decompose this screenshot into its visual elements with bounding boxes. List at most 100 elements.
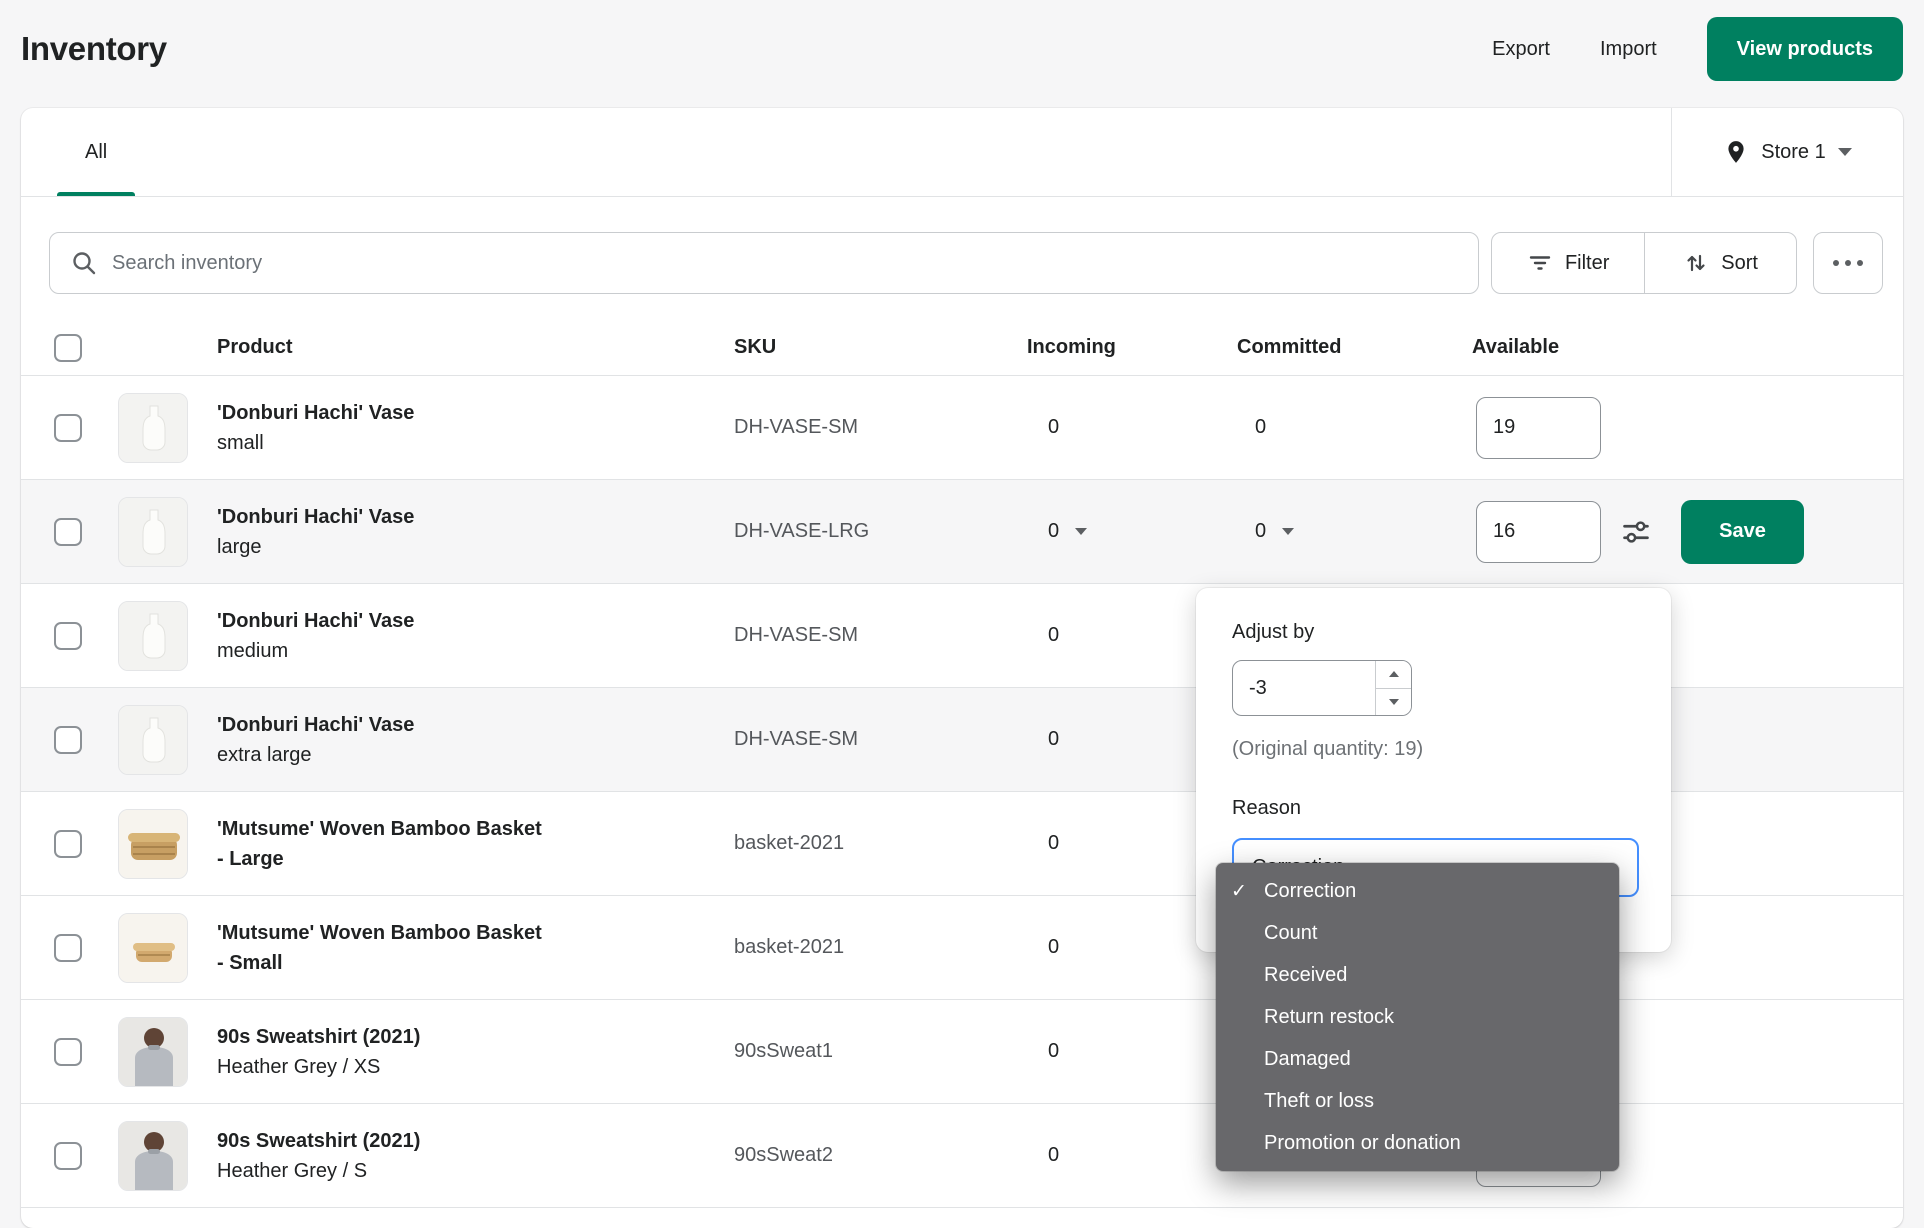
vase-image <box>119 497 187 566</box>
available-quantity-input[interactable] <box>1476 396 1601 459</box>
adjust-by-label: Adjust by <box>1232 621 1315 643</box>
location-selector[interactable]: Store 1 <box>1671 108 1903 196</box>
filter-sort-group: Filter Sort <box>1491 232 1798 294</box>
available-quantity-input[interactable] <box>1476 500 1601 563</box>
product-thumbnail <box>118 392 188 463</box>
product-thumbnail <box>118 1016 188 1087</box>
import-button[interactable]: Import <box>1582 28 1675 71</box>
filter-label: Filter <box>1564 251 1610 274</box>
incoming-column-header: Incoming <box>1027 336 1116 358</box>
incoming-dropdown-caret-icon[interactable] <box>1075 528 1088 535</box>
product-name[interactable]: 'Donburi Hachi' Vase <box>217 398 414 428</box>
product-name[interactable]: 'Mutsume' Woven Bamboo Basket - Large <box>217 814 547 874</box>
sweatshirt-model-image <box>119 1017 187 1086</box>
product-variant: large <box>217 535 262 558</box>
vase-image <box>119 705 187 774</box>
table-row: 90s Sweatshirt (2021) Heather Grey / XS … <box>21 1000 1903 1104</box>
stepper-increment-button[interactable] <box>1376 661 1411 688</box>
search-input[interactable] <box>112 251 1459 275</box>
incoming-value: 0 <box>1048 624 1060 646</box>
product-thumbnail <box>118 496 188 567</box>
sku-value: basket-2021 <box>734 832 845 854</box>
table-row: 'Donburi Hachi' Vase large DH-VASE-LRG 0… <box>21 480 1903 584</box>
more-actions-button[interactable] <box>1813 232 1884 294</box>
product-name[interactable]: 'Donburi Hachi' Vase <box>217 710 414 740</box>
reason-option-theft-or-loss[interactable]: Theft or loss <box>1216 1080 1619 1122</box>
adjust-quantity-input[interactable] <box>1233 661 1375 715</box>
location-pin-icon <box>1728 141 1744 163</box>
incoming-value: 0 <box>1048 1040 1060 1062</box>
available-column-header: Available <box>1472 336 1560 358</box>
tab-all-label: All <box>85 140 108 163</box>
committed-column-header: Committed <box>1237 336 1342 358</box>
stepper-spin-controls <box>1375 661 1411 715</box>
reason-option-received[interactable]: Received <box>1216 954 1619 996</box>
horizontal-dots-icon <box>1833 260 1840 266</box>
row-checkbox[interactable] <box>54 1037 82 1066</box>
product-name[interactable]: 'Mutsume' Woven Bamboo Basket - Small <box>217 918 547 978</box>
reason-dropdown-menu: ✓ Correction Count Received Return resto… <box>1216 863 1619 1171</box>
basket-image <box>119 809 187 878</box>
save-button[interactable]: Save <box>1681 499 1804 564</box>
row-checkbox[interactable] <box>54 413 82 442</box>
reason-option-return-restock[interactable]: Return restock <box>1216 996 1619 1038</box>
search-icon <box>73 252 96 275</box>
committed-value: 0 <box>1255 520 1267 542</box>
reason-option-damaged[interactable]: Damaged <box>1216 1038 1619 1080</box>
controls-row: Filter Sort <box>49 232 1884 294</box>
product-thumbnail <box>118 704 188 775</box>
row-checkbox[interactable] <box>54 829 82 858</box>
table-header-row: Product SKU Incoming Committed Available <box>21 320 1903 376</box>
product-variant: medium <box>217 639 289 662</box>
sku-value: DH-VASE-SM <box>734 728 859 750</box>
row-checkbox[interactable] <box>54 933 82 962</box>
product-thumbnail <box>118 1120 188 1191</box>
product-column-header: Product <box>217 336 293 358</box>
row-checkbox[interactable] <box>54 517 82 546</box>
product-variant: small <box>217 431 264 454</box>
reason-option-correction[interactable]: ✓ Correction <box>1216 870 1619 912</box>
incoming-value: 0 <box>1048 1144 1060 1166</box>
product-thumbnail <box>118 912 188 983</box>
view-products-button[interactable]: View products <box>1706 17 1903 81</box>
adjust-quantity-stepper[interactable] <box>1232 660 1412 716</box>
sku-value: DH-VASE-SM <box>734 416 859 438</box>
sort-button[interactable]: Sort <box>1644 233 1796 293</box>
product-name[interactable]: 90s Sweatshirt (2021) <box>217 1126 420 1156</box>
product-name[interactable]: 'Donburi Hachi' Vase <box>217 606 414 636</box>
original-quantity-note: (Original quantity: 19) <box>1232 738 1424 760</box>
header-actions: Export Import View products <box>1474 17 1903 81</box>
caret-up-icon <box>1388 671 1399 678</box>
product-variant: Heather Grey / S <box>217 1159 368 1182</box>
sku-value: DH-VASE-SM <box>734 624 859 646</box>
sort-icon <box>1687 254 1705 272</box>
adjustments-sliders-icon <box>1623 520 1649 543</box>
vase-image <box>119 393 187 462</box>
reason-option-promotion-or-donation[interactable]: Promotion or donation <box>1216 1122 1619 1164</box>
tab-all[interactable]: All <box>57 108 136 196</box>
search-box[interactable] <box>49 232 1480 294</box>
sku-column-header: SKU <box>734 336 777 358</box>
product-variant: extra large <box>217 743 312 766</box>
incoming-value: 0 <box>1048 936 1060 958</box>
adjust-quantity-button[interactable] <box>1614 510 1658 554</box>
vase-image <box>119 601 187 670</box>
active-tab-underline <box>57 192 136 196</box>
basket-image <box>119 913 187 982</box>
export-button[interactable]: Export <box>1474 28 1568 71</box>
product-thumbnail <box>118 600 188 671</box>
incoming-value: 0 <box>1048 728 1060 750</box>
sort-label: Sort <box>1721 251 1758 274</box>
product-name[interactable]: 90s Sweatshirt (2021) <box>217 1022 420 1052</box>
stepper-decrement-button[interactable] <box>1376 687 1411 715</box>
select-all-checkbox[interactable] <box>54 333 82 362</box>
row-checkbox[interactable] <box>54 1141 82 1170</box>
page-title: Inventory <box>21 30 167 67</box>
row-checkbox[interactable] <box>54 725 82 754</box>
table-row: 90s Sweatshirt (2021) Heather Grey / S 9… <box>21 1104 1903 1208</box>
filter-button[interactable]: Filter <box>1492 233 1644 293</box>
product-name[interactable]: 'Donburi Hachi' Vase <box>217 502 414 532</box>
row-checkbox[interactable] <box>54 621 82 650</box>
committed-dropdown-caret-icon[interactable] <box>1282 528 1295 535</box>
reason-option-count[interactable]: Count <box>1216 912 1619 954</box>
